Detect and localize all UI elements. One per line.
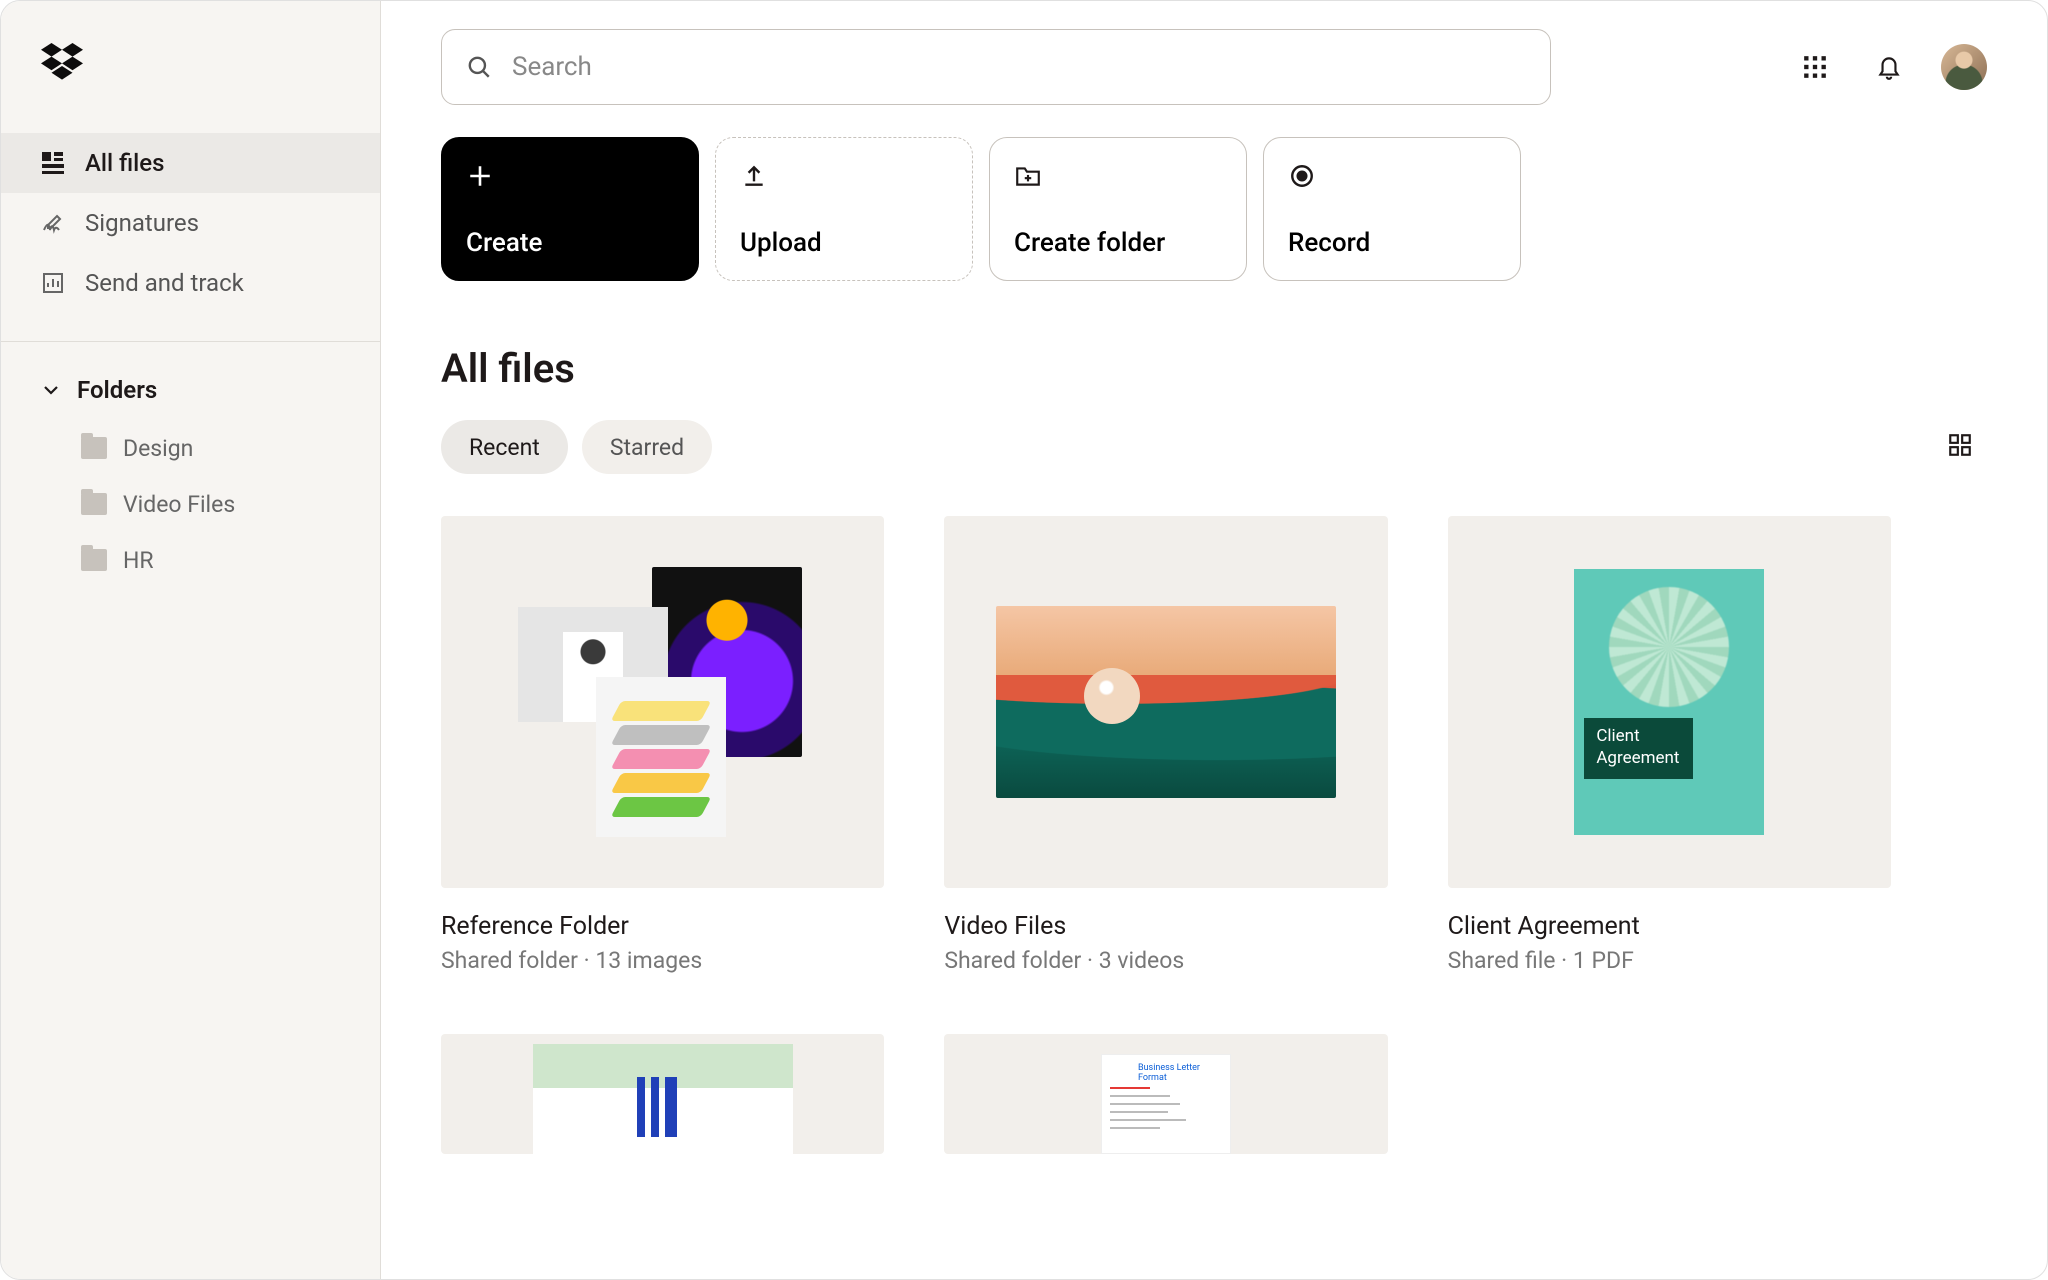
file-grid: Reference Folder Shared folder · 13 imag… xyxy=(441,474,1891,1154)
thumbnail xyxy=(441,1034,884,1154)
folder-label: HR xyxy=(123,547,154,574)
file-card-video-files[interactable]: Video Files Shared folder · 3 videos xyxy=(944,516,1387,974)
folders-toggle[interactable]: Folders xyxy=(1,360,380,420)
grid-view-icon xyxy=(1947,432,1973,458)
dropbox-logo-icon xyxy=(41,43,83,81)
page-title: All files xyxy=(441,281,1987,420)
filter-row: Recent Starred xyxy=(441,420,1987,474)
record-button[interactable]: Record xyxy=(1263,137,1521,281)
main: Create Upload Create folder Record xyxy=(381,1,2047,1279)
signature-icon xyxy=(41,211,65,235)
topbar-actions xyxy=(1793,44,1987,90)
apps-button[interactable] xyxy=(1793,45,1837,89)
folder-icon xyxy=(81,549,107,571)
action-label: Create folder xyxy=(1014,228,1222,258)
logo[interactable] xyxy=(1,1,380,123)
thumbnail: ClientAgreement xyxy=(1448,516,1891,888)
folder-item-hr[interactable]: HR xyxy=(1,532,380,588)
folders-label: Folders xyxy=(77,376,157,404)
sidebar-item-send-track[interactable]: Send and track xyxy=(1,253,380,313)
thumbnail-overlay-text: ClientAgreement xyxy=(1584,718,1693,779)
card-title: Client Agreement xyxy=(1448,888,1891,947)
sidebar-item-label: Signatures xyxy=(85,209,199,237)
upload-button[interactable]: Upload xyxy=(715,137,973,281)
folder-icon xyxy=(81,437,107,459)
create-folder-icon xyxy=(1014,162,1042,190)
thumbnail xyxy=(944,516,1387,888)
chip-label: Recent xyxy=(469,434,540,461)
chevron-down-icon xyxy=(41,380,61,400)
folder-item-design[interactable]: Design xyxy=(1,420,380,476)
file-card-client-agreement[interactable]: ClientAgreement Client Agreement Shared … xyxy=(1448,516,1891,974)
action-row: Create Upload Create folder Record xyxy=(441,105,1987,281)
card-subtitle: Shared folder · 13 images xyxy=(441,947,884,974)
sidebar-divider xyxy=(1,341,380,342)
card-title: Reference Folder xyxy=(441,888,884,947)
folder-label: Video Files xyxy=(123,491,235,518)
card-subtitle: Shared file · 1 PDF xyxy=(1448,947,1891,974)
sidebar-item-signatures[interactable]: Signatures xyxy=(1,193,380,253)
action-label: Upload xyxy=(740,228,948,258)
plus-icon xyxy=(466,162,494,190)
folder-icon xyxy=(81,493,107,515)
thumbnail: Business Letter Format xyxy=(944,1034,1387,1154)
create-button[interactable]: Create xyxy=(441,137,699,281)
chip-label: Starred xyxy=(610,434,684,461)
topbar xyxy=(441,1,1987,105)
folder-label: Design xyxy=(123,435,193,462)
thumbnail xyxy=(441,516,884,888)
action-label: Record xyxy=(1288,228,1496,258)
search-icon xyxy=(466,54,492,80)
sidebar-item-all-files[interactable]: All files xyxy=(1,133,380,193)
sidebar-item-label: Send and track xyxy=(85,269,244,297)
action-label: Create xyxy=(466,228,674,258)
upload-icon xyxy=(740,162,768,190)
bell-icon xyxy=(1876,53,1902,81)
record-icon xyxy=(1288,162,1316,190)
notifications-button[interactable] xyxy=(1867,45,1911,89)
all-files-icon xyxy=(41,151,65,175)
app-root: All files Signatures Send and track Fold… xyxy=(0,0,2048,1280)
filter-recent[interactable]: Recent xyxy=(441,420,568,474)
view-grid-button[interactable] xyxy=(1947,432,1977,462)
sidebar-item-label: All files xyxy=(85,149,164,177)
filter-starred[interactable]: Starred xyxy=(582,420,712,474)
sidebar: All files Signatures Send and track Fold… xyxy=(1,1,381,1279)
card-subtitle: Shared folder · 3 videos xyxy=(944,947,1387,974)
folder-item-video-files[interactable]: Video Files xyxy=(1,476,380,532)
file-card-partial-1[interactable] xyxy=(441,1034,884,1154)
search-box[interactable] xyxy=(441,29,1551,105)
search-input[interactable] xyxy=(512,52,1526,82)
file-card-partial-2[interactable]: Business Letter Format xyxy=(944,1034,1387,1154)
sidebar-nav: All files Signatures Send and track xyxy=(1,123,380,313)
send-track-icon xyxy=(41,271,65,295)
apps-grid-icon xyxy=(1802,54,1828,80)
doc-heading: Business Letter Format xyxy=(1138,1063,1230,1083)
card-title: Video Files xyxy=(944,888,1387,947)
avatar[interactable] xyxy=(1941,44,1987,90)
create-folder-button[interactable]: Create folder xyxy=(989,137,1247,281)
file-card-reference-folder[interactable]: Reference Folder Shared folder · 13 imag… xyxy=(441,516,884,974)
